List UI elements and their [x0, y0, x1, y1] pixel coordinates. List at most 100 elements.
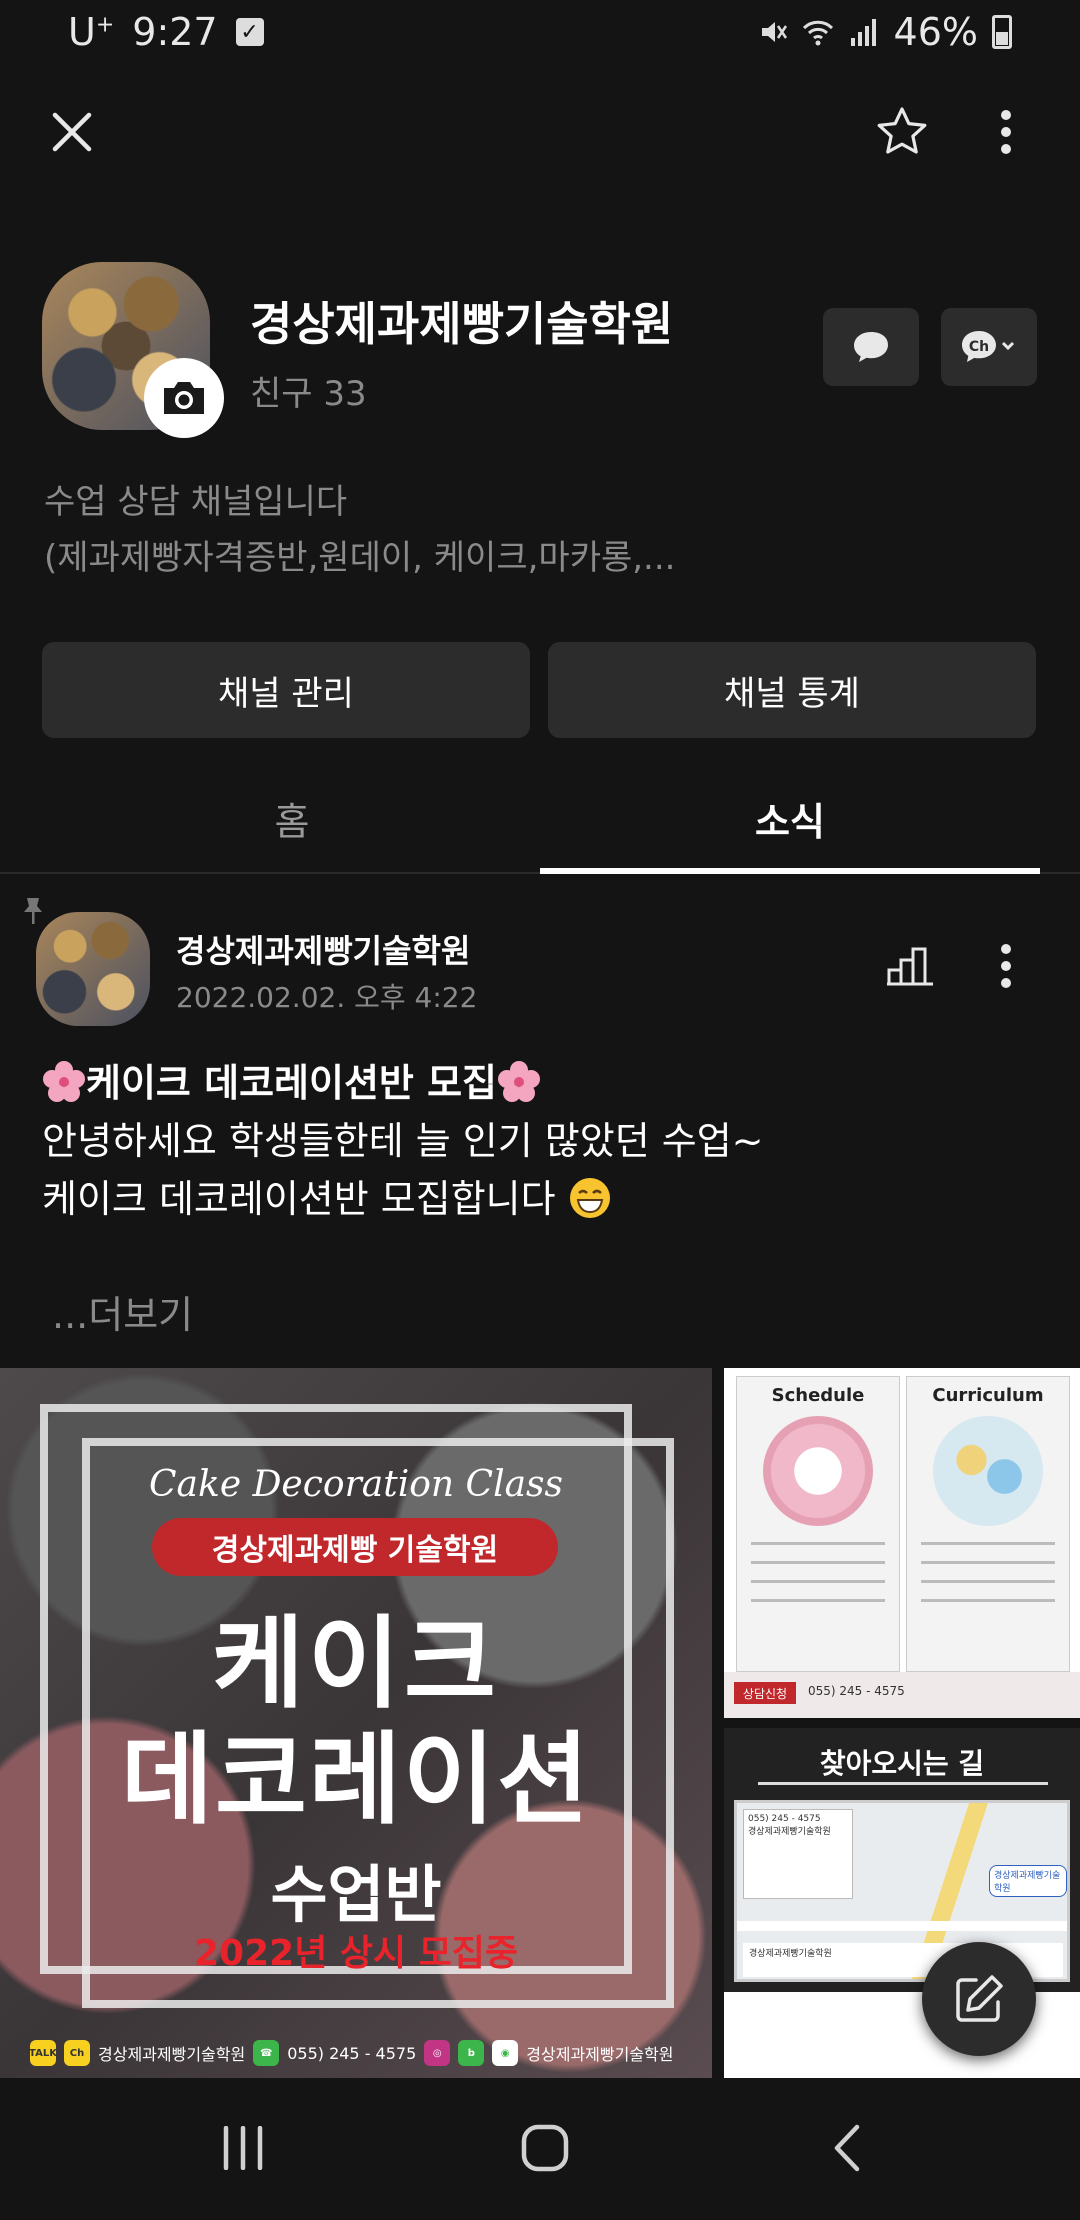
channel-description: 수업 상담 채널입니다 (제과제빵자격증반,원데이, 케이크,마카롱,... — [44, 474, 675, 586]
favorite-button[interactable] — [866, 96, 938, 168]
post-title-row: 케이크 데코레이션반 모집 — [42, 1054, 1042, 1112]
curriculum-line — [921, 1580, 1055, 1583]
home-circle-icon — [521, 2124, 569, 2172]
status-right: 46% — [756, 10, 1012, 54]
mute-icon — [761, 22, 787, 42]
recent-apps-icon — [223, 2126, 263, 2170]
battery-percent: 46% — [893, 10, 978, 54]
post-line3: 케이크 데코레이션반 모집합니다 — [42, 1177, 556, 1221]
notification-check-icon: ✓ — [235, 18, 264, 46]
curriculum-column: Curriculum — [906, 1376, 1070, 1672]
schedule-line — [751, 1542, 885, 1545]
more-options-button[interactable] — [970, 96, 1042, 168]
directions-underline — [758, 1782, 1048, 1785]
description-line2: (제과제빵자격증반,원데이, 케이크,마카롱,... — [44, 538, 676, 578]
change-photo-button[interactable] — [144, 358, 224, 438]
more-vertical-icon — [1001, 944, 1011, 988]
curriculum-line — [921, 1561, 1055, 1564]
bar-chart-icon — [887, 947, 933, 986]
read-more-link[interactable]: ...더보기 — [52, 1284, 193, 1339]
schedule-line — [751, 1599, 885, 1602]
signal-icon — [850, 19, 876, 46]
channel-profile: 경상제과제빵기술학원 친구 33 Ch — [42, 262, 1042, 442]
star-icon — [877, 107, 927, 154]
back-button[interactable] — [787, 2108, 907, 2188]
post-body: 케이크 데코레이션반 모집 안녕하세요 학생들한테 늘 인기 많았던 수업~ 케… — [42, 1054, 1042, 1228]
friend-count: 친구 33 — [250, 374, 367, 414]
wifi-icon — [802, 20, 833, 46]
schedule-phone: 055) 245 - 4575 — [808, 1684, 905, 1698]
post-stats-button[interactable] — [874, 930, 946, 1002]
top-bar — [0, 96, 1080, 176]
map-pin-label: 경상제과제빵기술학원 — [989, 1865, 1067, 1897]
camera-icon — [164, 382, 204, 414]
cherry-blossom-icon — [43, 1061, 85, 1102]
post-title: 케이크 데코레이션반 모집 — [86, 1061, 498, 1105]
post-line2: 안녕하세요 학생들한테 늘 인기 많았던 수업~ — [42, 1119, 764, 1163]
poster-class-title: Cake Decoration Class — [149, 1464, 563, 1505]
post-more-button[interactable] — [970, 930, 1042, 1002]
edit-icon — [956, 1975, 1003, 2022]
instagram-icon: ◎ — [424, 2040, 451, 2066]
tab-news[interactable]: 소식 — [540, 762, 1040, 874]
close-button[interactable] — [36, 96, 108, 168]
write-post-button[interactable] — [922, 1942, 1036, 2056]
poster-big-line2: 데코레이션 — [121, 1721, 591, 1838]
post-image-main[interactable]: Cake Decoration Class 경상제과제빵 기술학원 케이크 데코… — [0, 1368, 712, 2078]
recent-apps-button[interactable] — [183, 2108, 303, 2188]
battery-icon — [992, 15, 1012, 49]
post-line3-row: 케이크 데코레이션반 모집합니다 — [42, 1170, 1042, 1228]
carrier-label: U+ — [68, 10, 114, 54]
clock: 9:27 — [132, 10, 218, 54]
pin-icon — [24, 898, 42, 924]
curriculum-heading: Curriculum — [932, 1385, 1044, 1406]
poster-contact-phone: 055) 245 - 4575 — [287, 2043, 417, 2063]
schedule-heading: Schedule — [771, 1385, 865, 1406]
post-author-avatar[interactable] — [36, 912, 150, 1026]
description-line1: 수업 상담 채널입니다 — [44, 482, 348, 522]
carrier-sup: + — [95, 12, 115, 38]
schedule-line — [751, 1580, 885, 1583]
blog-icon: b — [458, 2040, 485, 2066]
poster-contact-name2: 경상제과제빵기술학원 — [526, 2045, 674, 2064]
map-contact: 055) 245 - 4575 — [748, 1814, 821, 1824]
active-tab-indicator — [540, 868, 1040, 874]
post-date: 2022.02.02. 오후 4:22 — [176, 981, 478, 1014]
poster-recruit: 2022년 상시 모집중 — [194, 1933, 518, 1974]
consult-badge: 상담신청 — [734, 1682, 796, 1704]
chat-button[interactable] — [823, 308, 919, 386]
map-info-panel: 055) 245 - 4575 경상제과제빵기술학원 — [743, 1809, 853, 1899]
svg-text:Ch: Ch — [969, 339, 989, 355]
location-map: 055) 245 - 4575 경상제과제빵기술학원 경상제과제빵기술학원 경상… — [734, 1800, 1070, 1982]
status-bar: U+ 9:27 ✓ 46% — [0, 0, 1080, 66]
channel-menu-button[interactable]: Ch — [941, 308, 1037, 386]
grinning-face-icon — [569, 1178, 610, 1218]
more-vertical-icon — [1001, 110, 1011, 154]
channel-name: 경상제과제빵기술학원 — [250, 297, 674, 351]
schedule-line — [751, 1561, 885, 1564]
carrier-text: U — [68, 10, 96, 54]
map-road — [737, 1921, 1067, 1931]
back-chevron-icon — [834, 2124, 860, 2172]
chat-bubble-icon — [854, 332, 888, 362]
channel-manage-button[interactable]: 채널 관리 — [42, 642, 530, 738]
kakaotalk-icon: TALK — [29, 2040, 57, 2066]
status-left: U+ 9:27 ✓ — [68, 10, 264, 54]
poster-contact-name: 경상제과제빵기술학원 — [98, 2045, 246, 2064]
post-author[interactable]: 경상제과제빵기술학원 — [176, 926, 470, 972]
curriculum-line — [921, 1599, 1055, 1602]
phone-icon: ☎ — [253, 2040, 280, 2066]
curriculum-line — [921, 1542, 1055, 1545]
map-academy: 경상제과제빵기술학원 — [748, 1827, 831, 1837]
home-button[interactable] — [485, 2108, 605, 2188]
kakao-channel-icon: Ch — [64, 2040, 90, 2066]
channel-stats-button[interactable]: 채널 통계 — [548, 642, 1036, 738]
schedule-column: Schedule — [736, 1376, 900, 1672]
tab-home[interactable]: 홈 — [42, 762, 542, 874]
post-image-schedule[interactable]: Schedule Curriculum 상담신청 055) 245 - 4575 — [724, 1368, 1080, 1718]
directions-title: 찾아오시는 길 — [819, 1747, 985, 1780]
naver-place-icon: ◉ — [492, 2040, 519, 2066]
schedule-cake-image — [763, 1416, 873, 1526]
channel-ch-icon: Ch — [962, 331, 1015, 362]
close-icon — [52, 112, 92, 152]
